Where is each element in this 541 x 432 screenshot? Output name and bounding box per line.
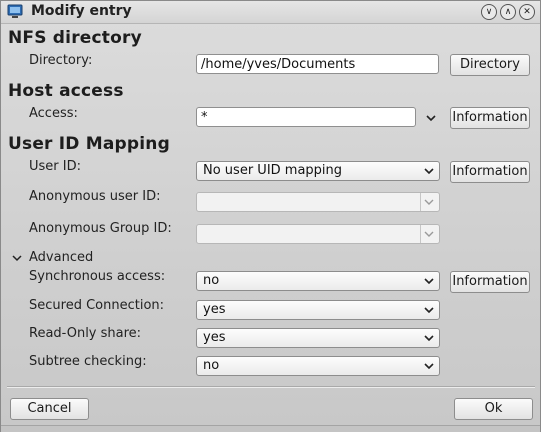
read-only-share-label: Read-Only share: bbox=[29, 326, 142, 341]
user-id-label: User ID: bbox=[29, 159, 81, 174]
subtree-checking-select[interactable]: no bbox=[196, 356, 440, 376]
user-id-mapping-heading: User ID Mapping bbox=[8, 134, 170, 154]
user-id-selected-value: No user UID mapping bbox=[203, 163, 343, 178]
read-only-share-value: yes bbox=[203, 330, 226, 345]
window-bottom-edge bbox=[1, 425, 540, 432]
title-bar[interactable]: Modify entry ∨ ∧ ✕ bbox=[1, 1, 540, 24]
anonymous-user-id-label: Anonymous user ID: bbox=[29, 189, 161, 204]
subtree-checking-label: Subtree checking: bbox=[29, 354, 147, 369]
window-title: Modify entry bbox=[31, 3, 132, 19]
chevron-down-icon bbox=[424, 307, 434, 314]
footer-divider bbox=[7, 386, 535, 388]
access-label: Access: bbox=[29, 106, 78, 121]
synchronous-access-label: Synchronous access: bbox=[29, 269, 166, 284]
anonymous-group-id-label: Anonymous Group ID: bbox=[29, 221, 172, 236]
directory-label: Directory: bbox=[29, 53, 93, 68]
app-icon bbox=[7, 4, 23, 18]
synchronous-information-button[interactable]: Information bbox=[450, 271, 530, 293]
chevron-down-icon bbox=[12, 255, 22, 262]
secured-connection-select[interactable]: yes bbox=[196, 300, 440, 320]
modify-entry-dialog: Modify entry ∨ ∧ ✕ NFS directory Directo… bbox=[0, 0, 541, 432]
anonymous-group-id-select bbox=[196, 224, 440, 244]
chevron-down-icon[interactable] bbox=[425, 112, 437, 124]
close-button[interactable]: ✕ bbox=[519, 4, 535, 20]
secured-connection-label: Secured Connection: bbox=[29, 298, 165, 313]
host-access-heading: Host access bbox=[8, 81, 124, 101]
chevron-down-icon bbox=[424, 278, 434, 285]
access-information-button[interactable]: Information bbox=[450, 107, 530, 129]
directory-input[interactable] bbox=[196, 54, 439, 74]
chevron-down-icon bbox=[420, 225, 434, 243]
secured-connection-value: yes bbox=[203, 302, 226, 317]
anonymous-user-id-select bbox=[196, 192, 440, 212]
user-id-information-button[interactable]: Information bbox=[450, 161, 530, 183]
synchronous-access-select[interactable]: no bbox=[196, 271, 440, 291]
advanced-label: Advanced bbox=[29, 250, 94, 265]
read-only-share-select[interactable]: yes bbox=[196, 328, 440, 348]
nfs-directory-heading: NFS directory bbox=[8, 28, 142, 48]
directory-button[interactable]: Directory bbox=[450, 54, 530, 76]
minimize-button[interactable]: ∨ bbox=[481, 4, 497, 20]
chevron-down-icon bbox=[420, 193, 434, 211]
ok-button[interactable]: Ok bbox=[454, 398, 533, 420]
user-id-select[interactable]: No user UID mapping bbox=[196, 161, 440, 181]
subtree-checking-value: no bbox=[203, 358, 220, 373]
advanced-toggle[interactable]: Advanced bbox=[11, 250, 101, 266]
maximize-button[interactable]: ∧ bbox=[500, 4, 516, 20]
chevron-down-icon bbox=[424, 363, 434, 370]
chevron-down-icon bbox=[424, 335, 434, 342]
synchronous-access-value: no bbox=[203, 273, 220, 288]
cancel-button[interactable]: Cancel bbox=[10, 398, 89, 420]
access-input[interactable] bbox=[196, 107, 416, 127]
chevron-down-icon bbox=[424, 168, 434, 175]
